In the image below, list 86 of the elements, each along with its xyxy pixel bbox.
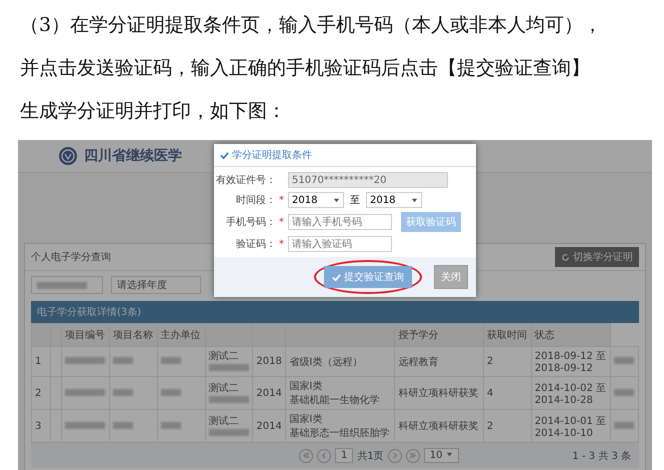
redacted-block [112, 357, 133, 364]
switch-button[interactable]: 切换学分证明 [555, 247, 639, 267]
redacted-block [160, 357, 181, 364]
checkmark-icon [332, 272, 341, 282]
double-right-chevron-icon [409, 452, 416, 459]
table-cell: 2 [32, 376, 50, 410]
table-cell-text: 基础机能一生物化学 [289, 394, 380, 407]
column-header: 授予学分 [394, 324, 484, 346]
page-field[interactable]: 1 [335, 448, 354, 463]
page-size-select[interactable]: 10 [424, 448, 459, 463]
table-cell-text: 测试二 [208, 382, 240, 394]
start-year-select[interactable]: 2018 [288, 192, 344, 208]
instruction-text: （3）在学分证明提取条件页，输入手机号码（本人或非本人均可）， [20, 13, 604, 38]
redacted-block [37, 282, 87, 288]
redacted-block [160, 388, 181, 396]
instruction-text: 并点击发送验证码，输入正确的手机验证码后点击【提交验证查询】 [20, 56, 591, 81]
panel-title: 个人电子学分查询 [31, 250, 111, 264]
redacted-block [614, 422, 634, 428]
name-field[interactable] [31, 276, 103, 294]
redacted-block [208, 396, 249, 402]
column-header: 项目编号 [62, 324, 110, 346]
field-label: 验证码： [235, 238, 276, 251]
range-separator: 至 [349, 194, 361, 207]
code-field[interactable]: 请输入验证码 [288, 236, 392, 252]
caret-icon [411, 196, 418, 204]
redacted-block [65, 422, 105, 428]
table-cell: 4 [483, 376, 532, 410]
emblem-icon [58, 146, 78, 166]
phone-field[interactable]: 请输入手机号码 [288, 214, 392, 230]
table-cell-text: 2014-10-01 至 [534, 414, 608, 428]
field-label: 手机号码： [225, 216, 276, 229]
detail-bar: 电子学分获取详情(3条) [31, 301, 639, 323]
redacted-block [112, 388, 133, 396]
table-cell: 1 [32, 346, 50, 376]
double-left-chevron-icon [302, 452, 310, 459]
field-label: 有效证件号： [215, 174, 276, 187]
table-cell: 远程教育 [394, 346, 484, 376]
end-year-select[interactable]: 2018 [366, 192, 422, 208]
required-mark: * [279, 238, 285, 250]
caret-icon [446, 451, 453, 458]
table-cell-text: 国家I类 [289, 380, 324, 393]
required-mark: * [279, 216, 285, 228]
redacted-block [112, 422, 133, 428]
required-mark: * [279, 194, 285, 206]
id-number-field: 51070**********20 [288, 172, 448, 188]
left-chevron-icon [320, 452, 328, 459]
redacted-block [208, 428, 249, 436]
column-header: 项目名称 [109, 324, 158, 346]
table-cell: 科研立项科研获奖 [394, 376, 484, 410]
table-cell-text: 2014-10-02 至 [534, 382, 608, 394]
year-select[interactable]: 请选择年度 [111, 276, 201, 294]
table-cell-text: 省级I类（远程） [289, 356, 364, 368]
record-summary: 1 - 3 共 3 条 [572, 450, 631, 462]
page-count: 共1页 [357, 450, 384, 462]
refresh-icon [561, 252, 570, 262]
redacted-block [65, 388, 105, 396]
redacted-block [614, 357, 634, 364]
table-cell-text: 测试二 [208, 414, 240, 428]
first-page-button[interactable] [299, 448, 313, 462]
table-cell-text: 2018-09-12 至 [534, 350, 608, 363]
caret-icon [333, 196, 340, 204]
table-cell: 2 [483, 346, 532, 376]
redacted-block [160, 422, 181, 428]
table-cell-text: 2014-10-28 [534, 394, 594, 406]
table-cell-text: 测试二 [208, 350, 240, 363]
table-cell-text: 基础形态一组织胚胎学 [289, 426, 390, 440]
redacted-block [614, 388, 634, 396]
table-cell-text: 2018-09-12 [534, 363, 594, 374]
checkmark-icon [220, 150, 229, 160]
instruction-text: 生成学分证明并打印，如下图： [20, 99, 287, 124]
next-page-button[interactable] [388, 448, 402, 462]
column-header: 主办单位 [157, 324, 206, 346]
redacted-block [208, 364, 249, 371]
previous-page-button[interactable] [317, 448, 331, 462]
table-cell-text: 国家I类 [289, 412, 324, 426]
table-cell: 2018 [252, 346, 286, 376]
right-chevron-icon [391, 452, 398, 459]
site-title: 四川省继续医学 [84, 147, 182, 165]
table-cell-text: 2014-10-10 [534, 428, 594, 438]
last-page-button[interactable] [406, 448, 420, 462]
column-header: 获取时间 [483, 324, 532, 346]
table-cell: 2014 [252, 376, 286, 410]
redacted-block [65, 357, 105, 364]
column-header: 状态 [531, 324, 611, 346]
field-label: 时间段： [235, 194, 276, 207]
dialog-title: 学分证明提取条件 [232, 149, 312, 162]
